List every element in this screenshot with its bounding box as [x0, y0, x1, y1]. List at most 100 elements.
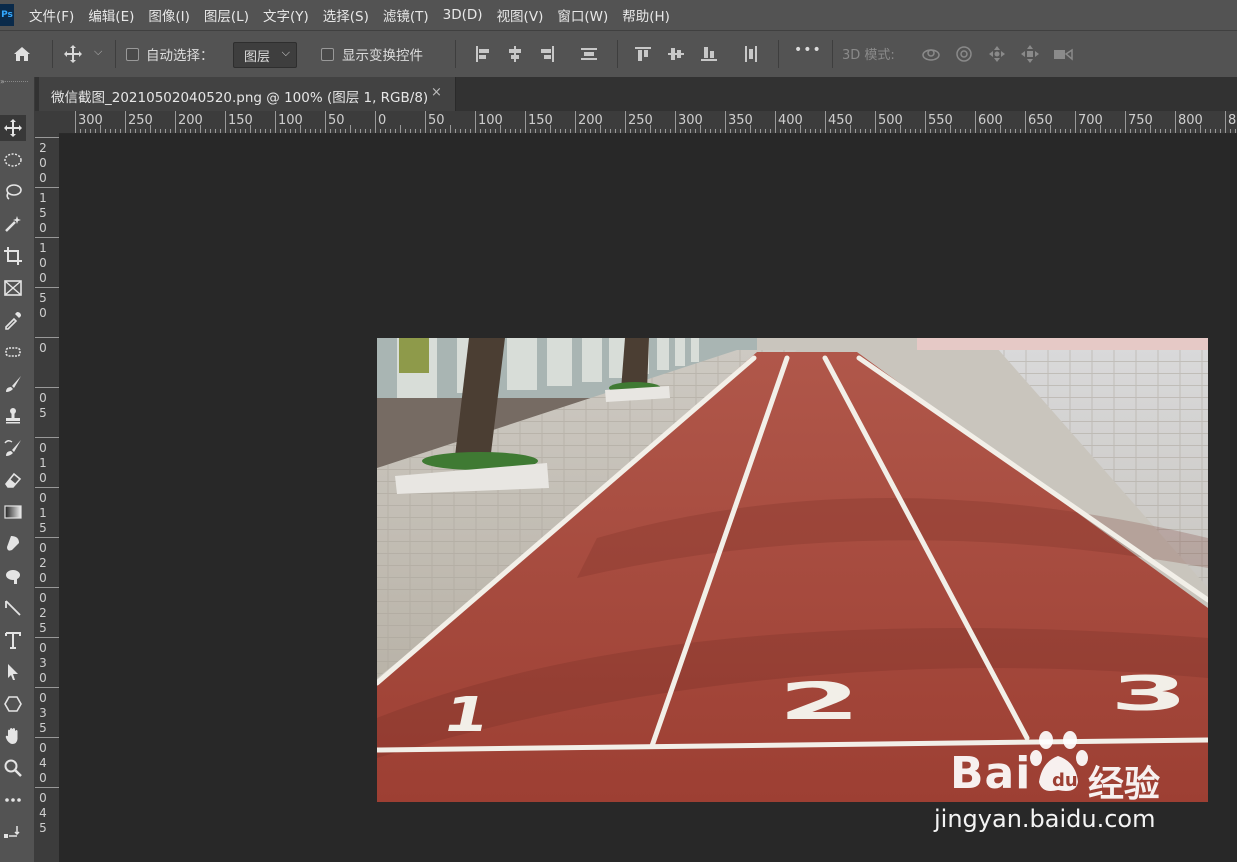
layer-select-dropdown[interactable]: 图层 ⌵: [233, 42, 297, 68]
distribute-horizontal-icon[interactable]: [740, 43, 762, 65]
move-tool-icon[interactable]: [62, 43, 84, 65]
tool-preset-chevron-down-icon[interactable]: ⌵: [94, 45, 102, 59]
vertical-ruler[interactable]: 20015010050005010015020025030035040045: [34, 133, 60, 862]
path-selection-tool[interactable]: [0, 659, 26, 685]
ruler-label-char: 0: [39, 306, 47, 320]
hexagon-icon: [4, 696, 22, 712]
move-tool[interactable]: [0, 115, 26, 141]
3d-camera-icon[interactable]: [1052, 43, 1074, 65]
ruler-minor-tick: [505, 129, 506, 133]
menu-image[interactable]: 图像(I): [148, 5, 190, 25]
more-options-button[interactable]: •••: [794, 42, 822, 58]
menu-3d[interactable]: 3D(D): [443, 7, 483, 23]
blur-tool[interactable]: [0, 531, 26, 557]
hand-tool[interactable]: [0, 723, 26, 749]
ruler-label-char: 0: [39, 471, 47, 485]
menu-view[interactable]: 视图(V): [497, 5, 544, 25]
ruler-major-tick: [525, 111, 526, 133]
ruler-major-tick: [35, 137, 59, 138]
eraser-tool[interactable]: [0, 467, 26, 493]
ruler-minor-tick: [1195, 129, 1196, 133]
ruler-origin[interactable]: [34, 111, 59, 133]
panel-grip[interactable]: [2, 81, 28, 85]
menu-layer[interactable]: 图层(L): [204, 5, 249, 25]
ruler-label-char: 0: [39, 341, 47, 355]
align-horizontal-center-icon[interactable]: [504, 43, 526, 65]
more-dots-icon: [5, 798, 21, 802]
document-tab-title: 微信截图_20210502040520.png @ 100% (图层 1, RG…: [51, 90, 429, 106]
ruler-minor-tick: [120, 129, 121, 133]
type-tool[interactable]: [0, 627, 26, 653]
menu-type[interactable]: 文字(Y): [263, 5, 309, 25]
align-bottom-icon[interactable]: [698, 43, 720, 65]
zoom-tool[interactable]: [0, 755, 26, 781]
edit-toolbar-button[interactable]: [0, 787, 26, 813]
lasso-tool[interactable]: [0, 179, 26, 205]
ruler-minor-tick: [745, 129, 746, 133]
ruler-minor-tick: [1235, 129, 1236, 133]
menu-edit[interactable]: 编辑(E): [88, 5, 134, 25]
align-left-icon[interactable]: [472, 43, 494, 65]
ruler-label-char: 0: [39, 741, 47, 755]
pen-tool[interactable]: [0, 595, 26, 621]
ruler-minor-tick: [1205, 129, 1206, 133]
ruler-minor-tick: [470, 129, 471, 133]
ruler-minor-tick: [1190, 129, 1191, 133]
brush-tool[interactable]: [0, 371, 26, 397]
history-brush-tool[interactable]: [0, 435, 26, 461]
crop-tool[interactable]: [0, 243, 26, 269]
align-vertical-center-icon[interactable]: [665, 43, 687, 65]
frame-tool[interactable]: [0, 275, 26, 301]
shape-tool[interactable]: [0, 691, 26, 717]
3d-pan-icon[interactable]: [986, 43, 1008, 65]
3d-slide-icon[interactable]: [1019, 43, 1041, 65]
3d-orbit-icon[interactable]: [920, 43, 942, 65]
align-right-icon[interactable]: [536, 43, 558, 65]
ruler-minor-tick: [930, 129, 931, 133]
eyedropper-tool[interactable]: [0, 307, 26, 333]
magic-wand-tool[interactable]: [0, 211, 26, 237]
ruler-minor-tick: [695, 129, 696, 133]
ruler-minor-tick: [835, 129, 836, 133]
frame-icon: [4, 280, 22, 296]
ruler-minor-tick: [330, 129, 331, 133]
close-icon[interactable]: ×: [431, 85, 442, 100]
dodge-tool[interactable]: [0, 563, 26, 589]
menu-window[interactable]: 窗口(W): [557, 5, 608, 25]
menu-select[interactable]: 选择(S): [323, 5, 369, 25]
ruler-major-tick: [35, 487, 59, 488]
photoshop-logo[interactable]: Ps: [0, 4, 14, 26]
menu-filter[interactable]: 滤镜(T): [383, 5, 429, 25]
ruler-label-char: 1: [39, 241, 47, 255]
ruler-minor-tick: [645, 129, 646, 133]
ruler-minor-tick: [265, 129, 266, 133]
clone-stamp-tool[interactable]: [0, 403, 26, 429]
ruler-label-char: 0: [39, 541, 47, 555]
ruler-minor-tick: [220, 129, 221, 133]
ruler-minor-tick: [1050, 125, 1051, 133]
show-transform-checkbox[interactable]: [321, 48, 334, 61]
distribute-vertical-icon[interactable]: [578, 43, 600, 65]
ruler-minor-tick: [345, 129, 346, 133]
menu-help[interactable]: 帮助(H): [622, 5, 670, 25]
elliptical-marquee-tool[interactable]: [0, 147, 26, 173]
ruler-minor-tick: [1095, 129, 1096, 133]
ruler-minor-tick: [1150, 125, 1151, 133]
home-icon[interactable]: [11, 43, 33, 65]
align-top-icon[interactable]: [632, 43, 654, 65]
3d-roll-icon[interactable]: [953, 43, 975, 65]
show-transform-label: 显示变换控件: [342, 48, 423, 64]
menu-file[interactable]: 文件(F): [29, 5, 74, 25]
healing-brush-tool[interactable]: [0, 339, 26, 365]
horizontal-ruler[interactable]: 300 250 200 150 100 50 0 50 100 150 200 250 300 350 40…: [59, 111, 1237, 134]
smudge-finger-icon: [7, 536, 19, 551]
ruler-label-char: 3: [39, 706, 47, 720]
menu-bar: Ps 文件(F) 编辑(E) 图像(I) 图层(L) 文字(Y) 选择(S) 滤…: [0, 0, 1237, 30]
swap-colors-button[interactable]: [0, 819, 26, 845]
ruler-label-char: 3: [39, 656, 47, 670]
gradient-tool[interactable]: [0, 499, 26, 525]
document-tab[interactable]: 微信截图_20210502040520.png @ 100% (图层 1, RG…: [39, 77, 456, 111]
ruler-major-tick: [675, 111, 676, 133]
ruler-label: 50: [328, 113, 345, 128]
auto-select-checkbox[interactable]: [126, 48, 139, 61]
